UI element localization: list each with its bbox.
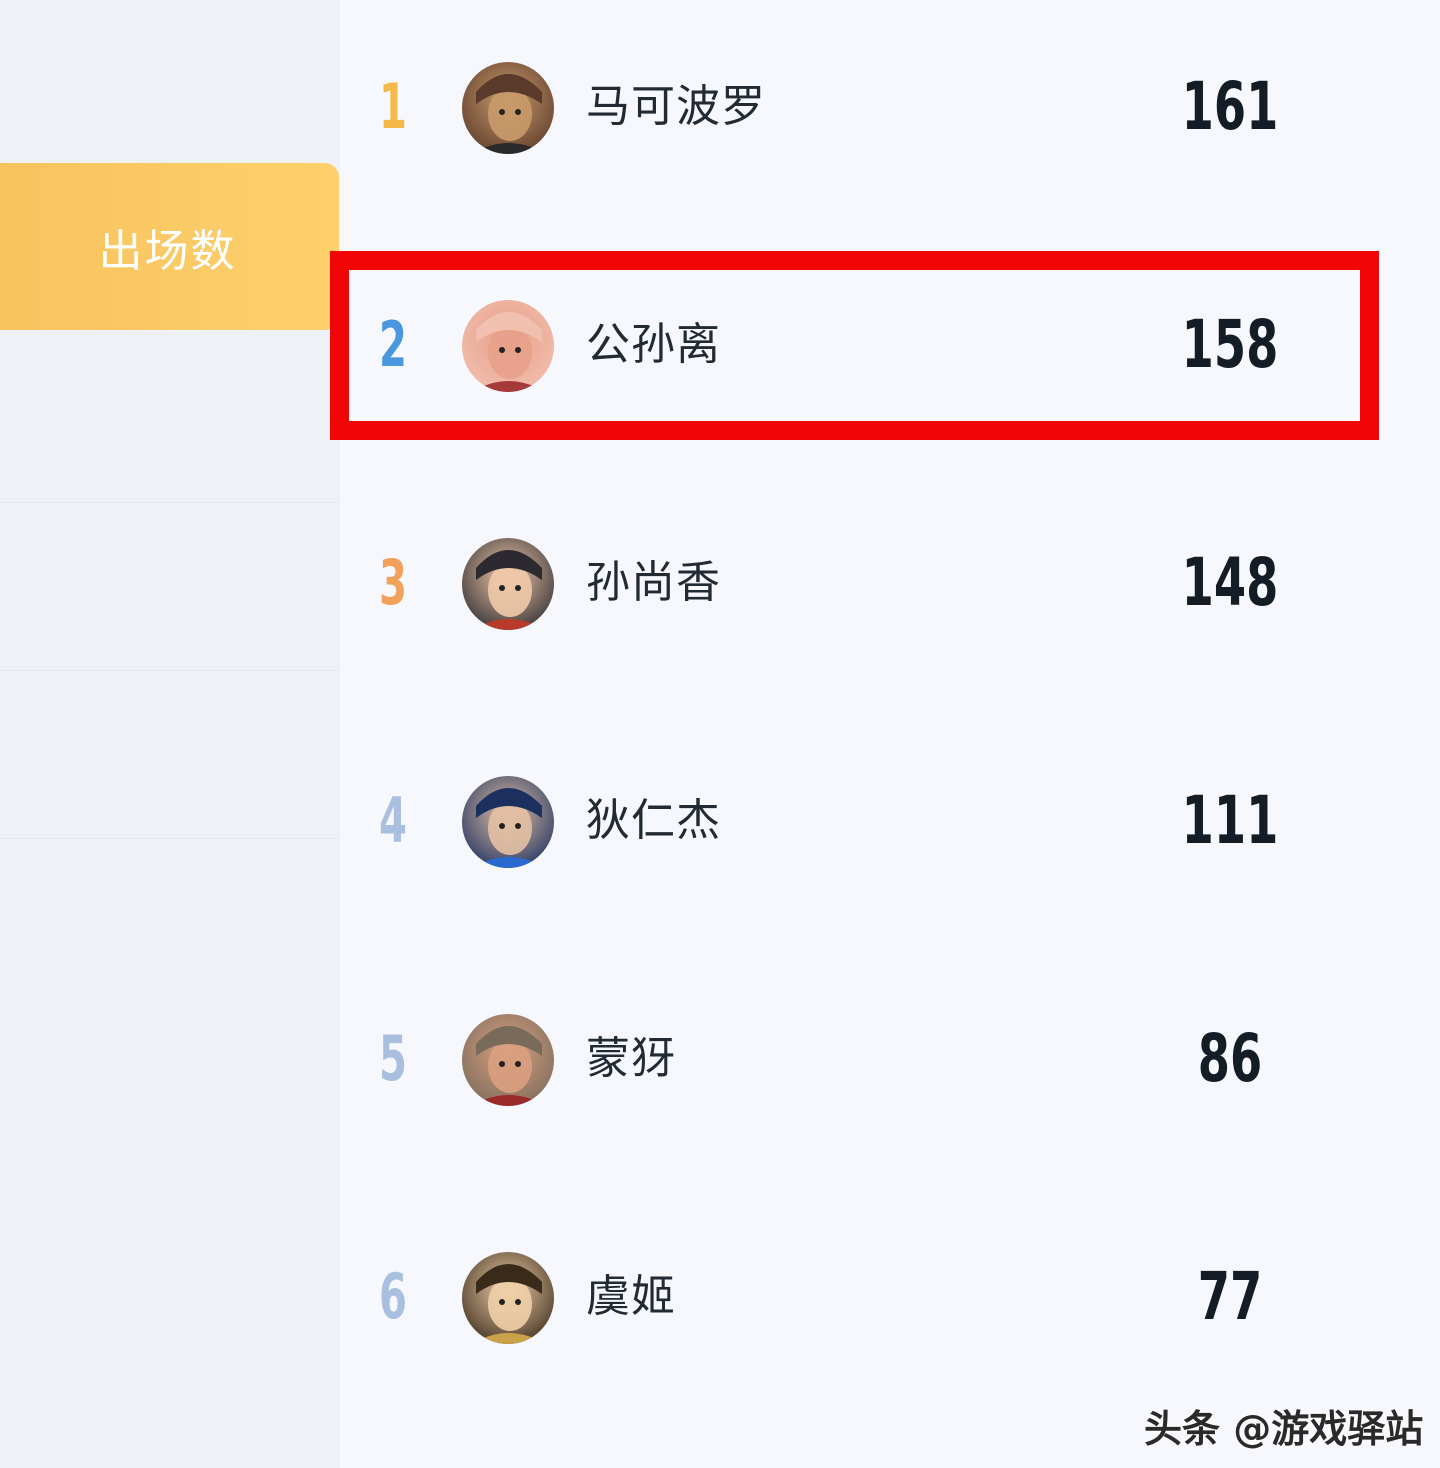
appearance-count: 77 (1197, 1258, 1263, 1335)
highlight-box (330, 251, 1379, 440)
sidebar-divider (0, 502, 340, 503)
ranking-row[interactable]: 1 马可波罗 161 (340, 0, 1440, 226)
sidebar-tab-appearances[interactable]: 出场数 (0, 163, 339, 330)
hero-avatar (462, 776, 554, 868)
hero-name: 孙尚香 (586, 557, 721, 608)
appearance-count: 161 (1181, 68, 1279, 145)
ranking-row[interactable]: 5 蒙犽 86 (340, 940, 1440, 1178)
hero-name: 蒙犽 (586, 1033, 676, 1084)
ranking-row[interactable]: 3 孙尚香 148 (340, 464, 1440, 702)
hero-avatar (462, 538, 554, 630)
hero-avatar (462, 1014, 554, 1106)
hero-name: 虞姬 (586, 1271, 676, 1322)
sidebar-divider (0, 838, 340, 839)
hero-name: 狄仁杰 (586, 795, 721, 846)
hero-avatar (462, 62, 554, 154)
hero-avatar (462, 1252, 554, 1344)
appearance-count: 111 (1181, 782, 1279, 859)
appearance-count: 148 (1181, 544, 1279, 621)
ranking-row[interactable]: 4 狄仁杰 111 (340, 702, 1440, 940)
appearance-count: 86 (1197, 1020, 1263, 1097)
rank-number: 1 (379, 70, 407, 143)
watermark: 头条 @游戏驿站 (1144, 1407, 1424, 1451)
rank-number: 6 (379, 1260, 407, 1333)
rank-number: 5 (379, 1022, 407, 1095)
rank-number: 4 (379, 784, 407, 857)
ranking-row[interactable]: 6 虞姬 77 (340, 1178, 1440, 1416)
sidebar-tab-label: 出场数 (98, 225, 237, 277)
hero-name: 马可波罗 (586, 81, 766, 132)
sidebar-divider (0, 670, 340, 671)
rank-number: 3 (379, 546, 407, 619)
